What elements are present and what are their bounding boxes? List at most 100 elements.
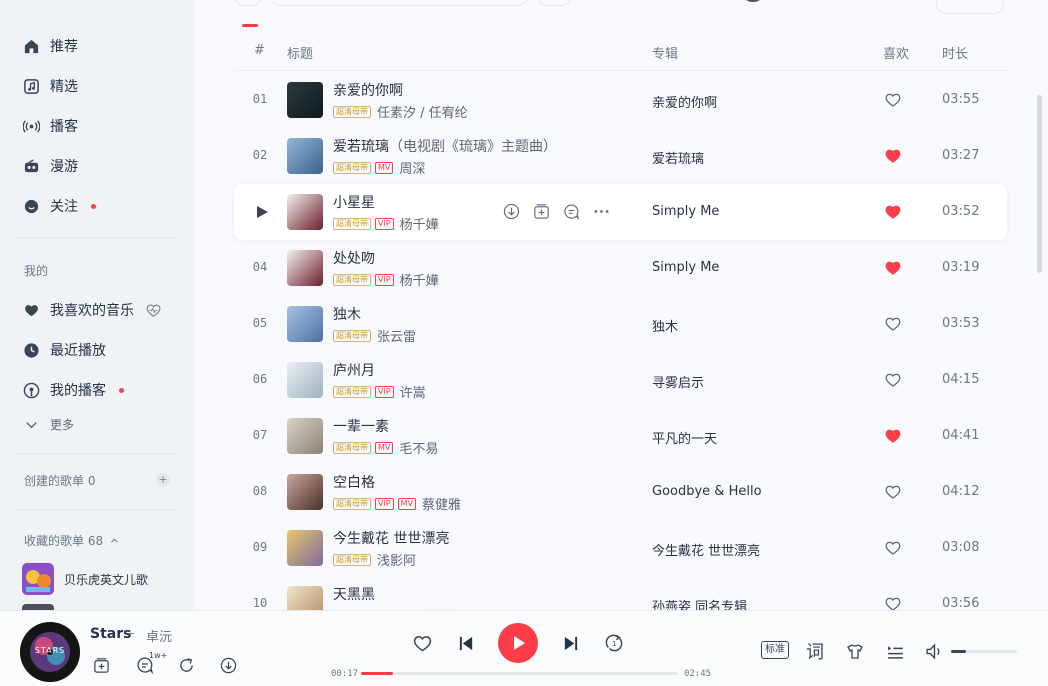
table-row[interactable]: 10 天黑黑 超清母带VIPMV 孙燕姿 孙燕姿 同名专辑 03:56	[234, 576, 1007, 610]
song-album[interactable]: 爱若琉璃	[652, 148, 704, 167]
add-to-playlist-icon[interactable]	[91, 655, 111, 675]
song-title[interactable]: 庐州月	[333, 360, 375, 380]
song-album[interactable]: 平凡的一天	[652, 428, 717, 447]
table-row[interactable]: 09 今生戴花 世世漂亮 超清母带 浅影阿 今生戴花 世世漂亮 03:08	[234, 520, 1007, 576]
like-heart-icon[interactable]	[411, 632, 433, 654]
album-cover[interactable]	[287, 474, 323, 510]
table-row[interactable]: 07 一辈一素 超清母带 MV 毛不易 平凡的一天 04:41	[234, 408, 1007, 464]
album-cover[interactable]	[287, 530, 323, 566]
song-artist[interactable]: 张云雷	[377, 326, 416, 345]
download-icon[interactable]	[218, 655, 238, 675]
sound-effect-icon[interactable]	[845, 641, 865, 661]
album-cover[interactable]	[287, 586, 323, 610]
song-title[interactable]: 小星星	[333, 192, 375, 212]
table-row[interactable]: 05 独木 超清母带 张云雷 独木 03:53	[234, 296, 1007, 352]
song-title[interactable]: 亲爱的你啊	[333, 80, 403, 100]
next-track-icon[interactable]	[559, 632, 581, 654]
sidebar-item-follow[interactable]: 关注	[22, 193, 96, 219]
song-title[interactable]: 一辈一素	[333, 416, 389, 436]
song-artist[interactable]: 许嵩	[400, 382, 426, 401]
sidebar-more-toggle[interactable]: 更多	[22, 411, 74, 437]
share-icon[interactable]	[176, 655, 196, 675]
song-artist[interactable]: 任素汐 / 任宥纶	[377, 102, 468, 121]
album-cover[interactable]	[287, 194, 323, 230]
sidebar-item-my-podcast[interactable]: 我的播客	[22, 377, 124, 403]
album-cover[interactable]	[287, 82, 323, 118]
song-album[interactable]: 今生戴花 世世漂亮	[652, 540, 760, 559]
row-play-icon[interactable]	[254, 204, 270, 220]
album-disc[interactable]: STARS	[20, 622, 80, 682]
sidebar-item-recent[interactable]: 最近播放	[22, 337, 106, 363]
song-title[interactable]: 空白格	[333, 472, 375, 492]
song-title[interactable]: 天黑黑	[333, 584, 375, 604]
liked-heart-icon[interactable]	[884, 427, 902, 445]
header-duration[interactable]: 时长	[942, 43, 968, 62]
sidebar-item-podcast[interactable]: 播客	[22, 113, 78, 139]
avatar-partial[interactable]	[744, 0, 762, 2]
volume-slider[interactable]	[951, 650, 1017, 653]
song-title[interactable]: 独木	[333, 304, 361, 324]
previous-track-icon[interactable]	[455, 632, 477, 654]
add-to-playlist-icon[interactable]	[532, 202, 550, 220]
header-title[interactable]: 标题	[287, 43, 313, 62]
toolbar-button-partial[interactable]	[537, 0, 571, 6]
table-row[interactable]: 01 亲爱的你啊 超清母带 任素汐 / 任宥纶 亲爱的你啊 03:55	[234, 72, 1007, 128]
more-icon[interactable]	[592, 202, 610, 220]
album-cover[interactable]	[287, 138, 323, 174]
toolbar-partial[interactable]	[270, 0, 528, 6]
playlist-queue-icon[interactable]	[885, 641, 905, 661]
heart-outline-icon[interactable]	[884, 91, 902, 109]
liked-heart-icon[interactable]	[884, 147, 902, 165]
song-album[interactable]: 亲爱的你啊	[652, 92, 717, 111]
sidebar-item-liked-music[interactable]: 我喜欢的音乐	[22, 297, 162, 323]
song-artist[interactable]: 蔡健雅	[422, 494, 461, 513]
table-row[interactable]: 04 处处吻 超清母带 VIP 杨千嬅 Simply Me 03:19	[234, 240, 1007, 296]
song-title[interactable]: 今生戴花 世世漂亮	[333, 528, 449, 548]
song-artist[interactable]: 毛不易	[399, 438, 438, 457]
table-row[interactable]: 02 爱若琉璃（电视剧《琉璃》主题曲） 超清母带 MV 周深 爱若琉璃 03:27	[234, 128, 1007, 184]
song-title[interactable]: 爱若琉璃（电视剧《琉璃》主题曲）	[333, 136, 557, 156]
song-title[interactable]: 处处吻	[333, 248, 375, 268]
song-album[interactable]: 寻雾启示	[652, 372, 704, 391]
song-artist[interactable]: 周深	[399, 158, 425, 177]
heart-outline-icon[interactable]	[884, 595, 902, 610]
now-playing-title[interactable]: Stars	[90, 626, 131, 642]
comment-icon[interactable]	[562, 202, 580, 220]
song-album[interactable]: Simply Me	[652, 204, 719, 219]
heart-outline-icon[interactable]	[884, 315, 902, 333]
progress-bar[interactable]	[361, 672, 677, 675]
album-cover[interactable]	[287, 418, 323, 454]
sidebar-item-recommend[interactable]: 推荐	[22, 33, 78, 59]
table-row[interactable]: 小星星 超清母带 VIP 杨千嬅 Simply Me 03:52	[234, 184, 1007, 240]
toolbar-button-partial[interactable]	[936, 0, 1004, 14]
playlist-item[interactable]: 贝乐虎英文儿歌	[22, 563, 148, 595]
create-playlist-button[interactable]: +	[156, 473, 170, 487]
header-album[interactable]: 专辑	[652, 43, 678, 62]
song-album[interactable]: 孙燕姿 同名专辑	[652, 596, 747, 610]
song-artist[interactable]: 杨千嬅	[400, 270, 439, 289]
download-icon[interactable]	[502, 202, 520, 220]
table-row[interactable]: 08 空白格 超清母带 VIP MV 蔡健雅 Goodbye & Hello 04:…	[234, 464, 1007, 520]
song-artist[interactable]: 杨千嬅	[400, 214, 439, 233]
created-playlists-label[interactable]: 创建的歌单 0	[24, 472, 95, 489]
song-album[interactable]: 独木	[652, 316, 678, 335]
sidebar-item-featured[interactable]: 精选	[22, 73, 78, 99]
now-playing-artist[interactable]: 卓沅	[146, 626, 172, 645]
song-artist[interactable]: 浅影阿	[377, 550, 416, 569]
song-album[interactable]: Goodbye & Hello	[652, 484, 762, 499]
song-album[interactable]: Simply Me	[652, 260, 719, 275]
play-button[interactable]	[498, 623, 538, 663]
album-cover[interactable]	[287, 250, 323, 286]
volume-icon[interactable]	[924, 641, 944, 661]
scrollbar[interactable]	[1037, 95, 1042, 273]
back-button-partial[interactable]	[234, 0, 262, 6]
sidebar-item-roam[interactable]: 漫游	[22, 153, 78, 179]
heart-outline-icon[interactable]	[884, 371, 902, 389]
collected-playlists-toggle[interactable]: 收藏的歌单 68	[24, 532, 120, 549]
table-row[interactable]: 06 庐州月 超清母带 VIP 许嵩 寻雾启示 04:15	[234, 352, 1007, 408]
liked-heart-icon[interactable]	[884, 259, 902, 277]
heart-outline-icon[interactable]	[884, 483, 902, 501]
heartbeat-mode-icon[interactable]	[144, 301, 162, 319]
quality-button[interactable]: 标准	[761, 641, 789, 659]
album-cover[interactable]	[287, 362, 323, 398]
